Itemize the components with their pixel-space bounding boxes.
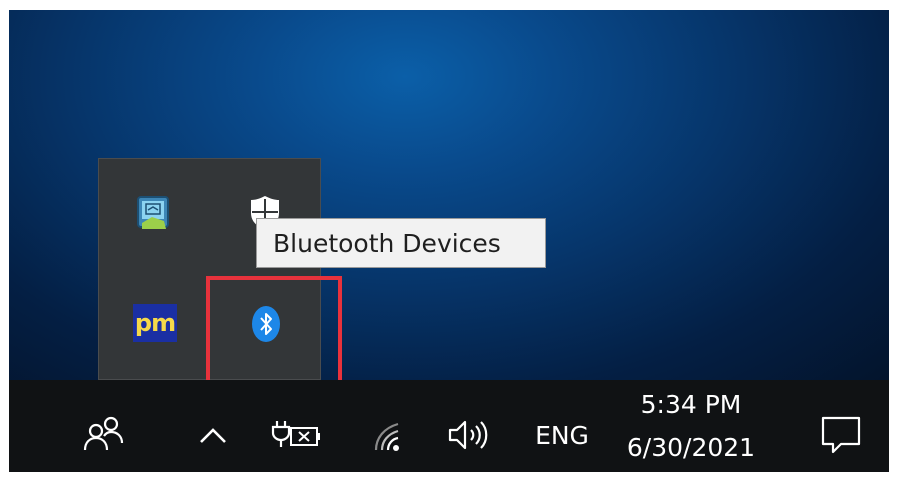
taskbar-clock[interactable]: 5:34 PM 6/30/2021	[616, 386, 766, 470]
bluetooth-tooltip: Bluetooth Devices	[256, 218, 546, 268]
wifi-icon[interactable]	[368, 414, 412, 456]
people-icon[interactable]	[80, 412, 130, 456]
network-monitor-icon[interactable]	[132, 191, 176, 235]
language-indicator[interactable]: ENG	[524, 414, 600, 456]
chevron-up-icon[interactable]	[193, 418, 233, 452]
language-label: ENG	[535, 420, 589, 450]
volume-icon[interactable]	[444, 414, 494, 456]
clock-date: 6/30/2021	[626, 433, 756, 462]
pm-app-label: pm	[134, 309, 176, 337]
highlight-box	[206, 276, 342, 391]
action-center-icon[interactable]	[816, 412, 866, 458]
tooltip-text: Bluetooth Devices	[273, 228, 501, 258]
power-plug-icon[interactable]	[270, 414, 324, 454]
pm-app-icon[interactable]: pm	[131, 302, 179, 344]
clock-time: 5:34 PM	[640, 390, 742, 419]
